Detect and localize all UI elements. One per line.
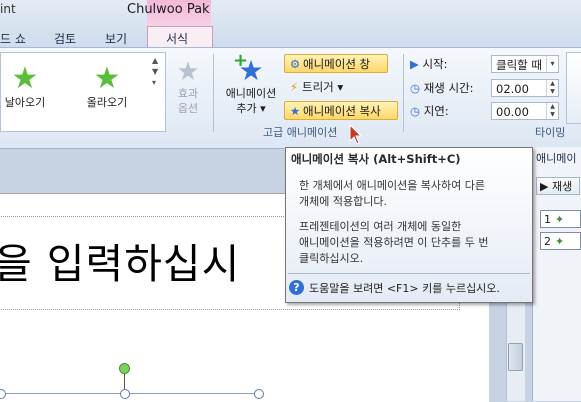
animation-list-item[interactable]: 2 ✦ [540, 232, 581, 250]
animation-order-number: 1 [544, 213, 551, 226]
clock-icon: ◷ [410, 81, 421, 95]
duration-input[interactable]: 02.00 ▲ ▼ [491, 79, 559, 97]
duration-label-text: 재생 시간: [423, 81, 474, 95]
rise-up-star-icon: ★ [93, 61, 121, 96]
rotation-handle[interactable] [119, 363, 130, 374]
help-icon: ? [289, 280, 304, 295]
duration-spinner[interactable]: ▲ ▼ [546, 80, 558, 96]
add-animation-label-1: 애니메이션 [225, 87, 277, 100]
delay-input[interactable]: 00.00 ▲ ▼ [491, 102, 559, 120]
mouse-pointer-icon [349, 124, 363, 145]
gallery-item-label: 올라오기 [86, 96, 128, 109]
delay-value: 00.00 [496, 105, 529, 119]
tip-line: 애니메이션을 적용하려면 이 단추를 두 번 [299, 236, 489, 249]
animation-star-icon: ✦ [555, 213, 565, 226]
reorder-animation-fragment[interactable] [566, 52, 581, 124]
effect-options-star-icon: ★ [176, 57, 200, 87]
animation-pane-button[interactable]: ⚙ 애니메이션 창 [284, 54, 388, 73]
animation-order-number: 2 [544, 235, 551, 248]
animation-painter-button[interactable]: ★ 애니메이션 복사 [284, 101, 398, 120]
add-animation-star-icon: ★ [238, 54, 264, 87]
tab-slideshow[interactable]: 드 쇼 [0, 30, 26, 47]
dropdown-arrow-icon[interactable]: ▾ [546, 56, 558, 72]
fly-in-star-icon: ★ [11, 61, 39, 96]
scrollbar-thumb[interactable] [508, 343, 523, 371]
add-animation-label-2: 추가 [236, 102, 257, 115]
effect-options-label-1: 효과 [177, 87, 199, 100]
play-button[interactable]: ▶ 재생 [536, 177, 580, 195]
play-icon: ▶ [540, 180, 549, 193]
tab-view[interactable]: 보기 [105, 30, 127, 47]
user-name[interactable]: Chulwoo Pak [127, 2, 210, 17]
add-animation-button[interactable]: ★ + 애니메이션 추가 ▾ [219, 50, 283, 116]
resize-handle[interactable] [120, 389, 130, 399]
screen-tip-description: 한 개체에서 애니메이션을 복사하여 다른 개체에 적용합니다. [299, 178, 527, 210]
gallery-item-label: 날아오기 [4, 96, 46, 109]
duration-value: 02.00 [496, 82, 529, 96]
animation-pane-icon: ⚙ [289, 57, 301, 71]
delay-label: ◷ 지연: [410, 101, 449, 121]
title-bar [0, 0, 581, 47]
effect-options-button[interactable]: ★ 효과 옵션 [168, 58, 208, 116]
start-label-text: 시작: [422, 57, 448, 71]
delay-label-text: 지연: [423, 104, 449, 118]
animation-painter-label: 애니메이션 복사 [303, 104, 381, 118]
trigger-button[interactable]: ⚡ 트리거 ▾ [284, 78, 364, 97]
gallery-scroll-buttons[interactable]: ▲ ▼ ▾ [152, 55, 162, 88]
resize-handle[interactable] [254, 389, 264, 399]
gallery-item-rise-up[interactable]: ★ 올라오기 [72, 64, 142, 110]
animation-list-item[interactable]: 1 ✦ [540, 210, 581, 228]
start-play-icon: ▶ [410, 57, 419, 71]
start-value: 클릭할 때 [496, 58, 542, 72]
slide-title-text[interactable]: 을 입력하십시 [0, 230, 240, 290]
start-select[interactable]: 클릭할 때 ▾ [491, 55, 559, 73]
window-title: int [0, 2, 16, 16]
tip-line: 프레젠테이션의 여러 개체에 동일한 [299, 220, 462, 233]
group-label-timing: 타이밍 [535, 126, 566, 139]
animation-pane-label: 애니메이션 창 [303, 57, 371, 71]
tab-format[interactable]: 서식 [166, 30, 188, 47]
tab-review[interactable]: 검토 [54, 30, 76, 47]
screen-tip-help-text: 도움말을 보려면 <F1> 키를 누르십시오. [309, 282, 500, 295]
delay-spinner[interactable]: ▲ ▼ [546, 103, 558, 119]
tip-line: 한 개체에서 애니메이션을 복사하여 다른 [299, 179, 486, 192]
group-divider [403, 54, 404, 132]
tip-line: 클릭하십시오. [299, 252, 364, 265]
animation-pane-title: 애니메이 [536, 152, 577, 165]
trigger-label: 트리거 [302, 80, 334, 94]
animation-painter-icon: ★ [289, 104, 301, 118]
group-divider [213, 54, 214, 132]
duration-label: ◷ 재생 시간: [410, 78, 474, 98]
screen-tip-instructions: 프레젠테이션의 여러 개체에 동일한 애니메이션을 적용하려면 이 단추를 두 … [299, 219, 527, 267]
delay-clock-icon: ◷ [410, 104, 421, 118]
selection-border [0, 393, 260, 394]
gallery-item-fly-in[interactable]: ★ 날아오기 [0, 64, 60, 110]
screen-tip-divider [288, 273, 530, 274]
play-label: 재생 [551, 180, 573, 193]
animation-star-icon: ✦ [555, 235, 565, 248]
effect-options-label-2: 옵션 [177, 102, 199, 115]
start-label: ▶ 시작: [410, 54, 448, 74]
group-label-advanced-animation: 고급 애니메이션 [263, 126, 338, 139]
tip-line: 개체에 적용합니다. [299, 195, 387, 208]
trigger-lightning-icon: ⚡ [289, 80, 299, 94]
plus-icon: + [233, 50, 249, 71]
screen-tip-title: 애니메이션 복사 (Alt+Shift+C) [291, 152, 461, 166]
